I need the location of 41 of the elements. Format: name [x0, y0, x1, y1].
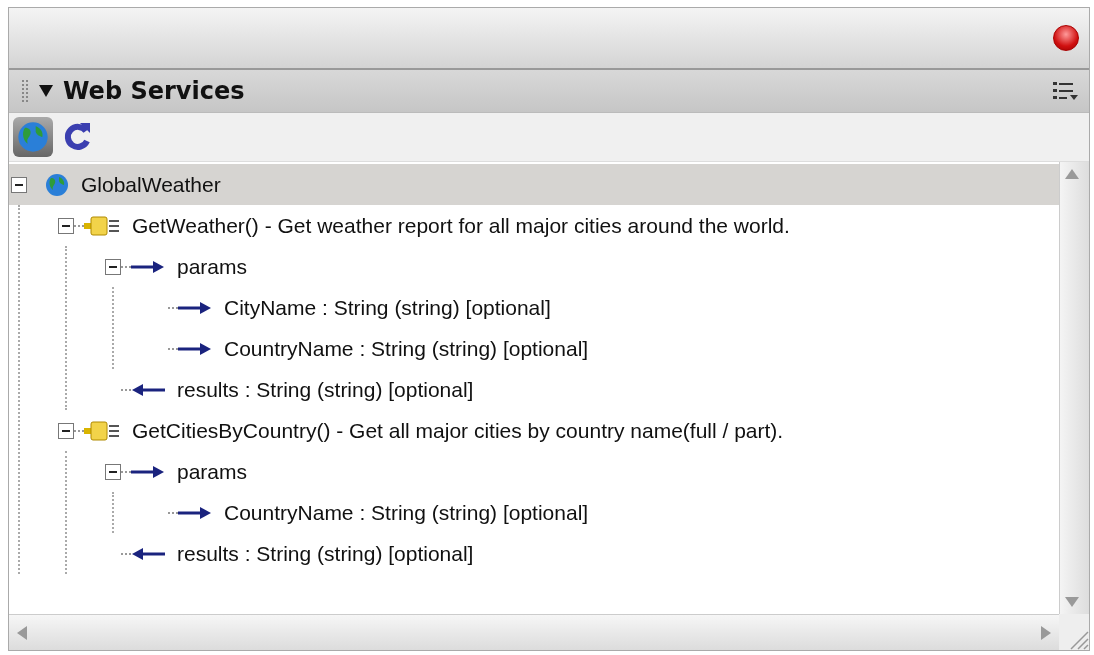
tree-label: GlobalWeather: [81, 172, 221, 197]
collapse-toggle[interactable]: [105, 258, 121, 275]
left-arrow-icon: [131, 546, 165, 561]
tree-label: GetWeather() - Get weather report for all major cities around the world.: [132, 213, 790, 238]
collapse-toggle[interactable]: [11, 176, 27, 193]
plug-icon: [84, 419, 120, 442]
tree-row[interactable]: results : String (string) [optional]: [103, 533, 1059, 574]
menu-icon[interactable]: [1053, 81, 1079, 101]
collapse-toggle[interactable]: [58, 217, 74, 234]
globe-button[interactable]: [13, 117, 53, 157]
right-arrow-icon: [178, 300, 212, 315]
tree-row[interactable]: GetCitiesByCountry() - Get all major cities by country name(full / part).: [56, 410, 1059, 451]
right-arrow-icon: [178, 341, 212, 356]
right-arrow-icon: [178, 505, 212, 520]
tree-label: GetCitiesByCountry() - Get all major cities by country name(full / part).: [132, 418, 784, 443]
collapse-triangle-icon[interactable]: [39, 85, 53, 97]
tree-row[interactable]: params: [103, 451, 1059, 492]
left-arrow-icon: [131, 382, 165, 397]
tree-label: params: [177, 254, 248, 279]
tree-row[interactable]: CountryName : String (string) [optional]: [150, 328, 1059, 369]
tree-label: CityName : String (string) [optional]: [224, 295, 551, 320]
tree-row[interactable]: CityName : String (string) [optional]: [150, 287, 1059, 328]
right-arrow-icon: [131, 259, 165, 274]
tree-row[interactable]: results : String (string) [optional]: [103, 369, 1059, 410]
tree-label: CountryName : String (string) [optional]: [224, 500, 589, 525]
tree-row[interactable]: CountryName : String (string) [optional]: [150, 492, 1059, 533]
collapse-toggle[interactable]: [58, 422, 74, 439]
tree-label: results : String (string) [optional]: [177, 541, 474, 566]
tree-row[interactable]: GetWeather() - Get weather report for all major cities around the world.: [56, 205, 1059, 246]
grip-handle[interactable]: [21, 79, 29, 103]
close-button[interactable]: [1053, 25, 1079, 51]
plug-icon: [84, 214, 120, 237]
collapse-toggle[interactable]: [105, 463, 121, 480]
tree-label: results : String (string) [optional]: [177, 377, 474, 402]
tree-row[interactable]: GlobalWeather: [9, 164, 1059, 205]
globe-icon: [45, 172, 69, 197]
right-arrow-icon: [131, 464, 165, 479]
tree-label: params: [177, 459, 248, 484]
tree-row[interactable]: params: [103, 246, 1059, 287]
panel-title: Web Services: [63, 77, 246, 105]
tree-label: CountryName : String (string) [optional]: [224, 336, 589, 361]
